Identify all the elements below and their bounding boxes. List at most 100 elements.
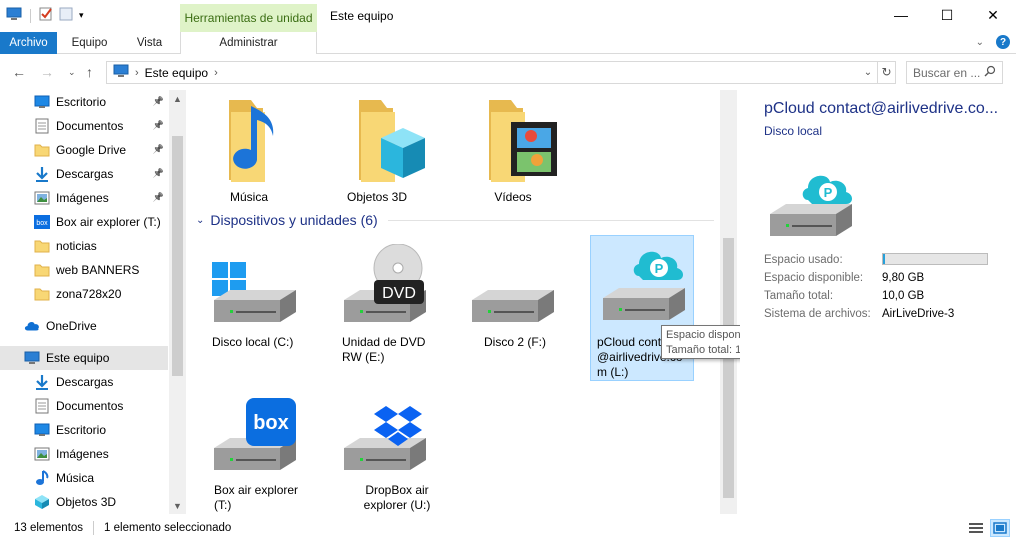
back-icon[interactable]: ← [12,64,26,80]
dvd-drive-icon: DVD [344,243,426,322]
refresh-icon[interactable]: ↻ [877,62,895,83]
sidebar-item-documentos[interactable]: Documentos 📌 [0,114,168,138]
maximize-button[interactable]: ☐ [924,0,970,30]
sidebar-item-este-equipo[interactable]: Este equipo [0,346,168,370]
address-dropdown-icon[interactable]: ⌄ [859,67,877,78]
sidebar-item-descargas[interactable]: Descargas [0,370,168,394]
up-icon[interactable]: ↑ [86,64,93,80]
folder-videos[interactable]: Vídeos [458,94,568,205]
sidebar-item-label: zona728x20 [56,287,122,301]
address-bar[interactable]: › Este equipo › ⌄ ↻ [106,61,896,84]
svg-text:P: P [824,185,833,200]
downloads-icon [34,374,50,390]
drive-dropbox-u[interactable]: DropBox air explorer (U:) [338,400,458,513]
sidebar-item-label: Documentos [56,399,124,413]
chevron-down-icon[interactable]: ⌄ [196,215,204,226]
minimize-button[interactable]: — [878,0,924,30]
recent-locations-icon[interactable]: ⌄ [68,67,76,78]
customize-qat-icon[interactable]: ▾ [79,10,84,21]
large-icons-view-icon[interactable] [990,519,1010,537]
sidebar-item-zona728x20[interactable]: zona728x20 [0,282,168,306]
title-bar: ▾ Herramientas de unidad Este equipo — ☐… [0,0,1016,32]
windows-drive-icon [212,262,296,322]
prop-filesystem-label: Sistema de archivos: [764,308,871,320]
prop-free-space-value: 9,80 GB [882,272,925,284]
sidebar-item-escritorio[interactable]: Escritorio 📌 [0,90,168,114]
sidebar-item-web-banners[interactable]: web BANNERS [0,258,168,282]
sidebar-item-label: Descargas [56,167,114,181]
box-badge: box [253,412,289,434]
properties-icon[interactable] [39,7,53,24]
expand-ribbon-icon[interactable]: ⌄ [976,37,984,48]
sidebar-item-descargas[interactable]: Descargas 📌 [0,162,168,186]
details-view-icon[interactable] [966,519,986,537]
tab-archivo[interactable]: Archivo [0,32,57,54]
sidebar-item-label: Documentos [56,119,124,133]
new-folder-icon[interactable] [59,7,73,24]
onedrive-icon [24,318,40,334]
computer-icon[interactable] [6,7,22,24]
sidebar-item-imágenes[interactable]: Imágenes 📌 [0,186,168,210]
pin-icon[interactable]: 📌 [153,120,164,131]
box-drive-icon: box [214,398,296,470]
pin-icon[interactable]: 📌 [153,168,164,179]
navigation-pane: ▲ ▼ Escritorio 📌 Documentos 📌 Google Drive 📌 D… [0,90,186,514]
drive-box-t[interactable]: box Box air explorer (T:) [208,398,328,513]
search-placeholder: Buscar en ... [913,65,981,80]
sidebar-item-noticias[interactable]: noticias [0,234,168,258]
sidebar-item-label: web BANNERS [56,263,140,277]
forward-icon[interactable]: → [40,64,54,80]
sidebar-item-escritorio[interactable]: Escritorio [0,418,168,442]
sidebar-item-label: OneDrive [46,319,97,333]
sidebar-item-imágenes[interactable]: Imágenes [0,442,168,466]
folder-icon [34,142,50,158]
drive-disco-2-f[interactable]: Disco 2 (F:) [466,276,586,350]
sidebar-item-box-air-explorer-t[interactable]: box Box air explorer (T:) [0,210,168,234]
drive-tools-tab[interactable]: Herramientas de unidad [180,4,317,32]
drive-label: Unidad de DVD RW (E:) [342,335,426,364]
details-pane: pCloud contact@airlivedrive.co... Disco … [740,90,1016,514]
prop-total-size-label: Tamaño total: [764,290,834,302]
breadcrumb-chevron-icon[interactable]: › [214,67,218,79]
documents-icon [34,118,50,134]
search-input[interactable]: Buscar en ... [906,61,1003,84]
folder-objetos-3d[interactable]: Objetos 3D [322,94,432,205]
content-scrollbar-thumb[interactable] [723,238,734,498]
help-icon[interactable]: ? [996,35,1010,49]
group-header-label: Dispositivos y unidades (6) [210,212,378,228]
drive-disco-local-c[interactable]: Disco local (C:) [208,260,328,350]
scroll-down-icon[interactable]: ▼ [169,497,186,514]
sidebar-item-label: Música [56,471,95,485]
sidebar-item-documentos[interactable]: Documentos [0,394,168,418]
dropbox-drive-icon [344,406,426,470]
music-folder-icon [229,100,274,182]
folder-musica[interactable]: Música [194,94,304,205]
sidebar-item-onedrive[interactable]: OneDrive [0,314,168,338]
sidebar-item-objetos-3d[interactable]: Objetos 3D [0,490,168,514]
scroll-up-icon[interactable]: ▲ [169,90,186,107]
pin-icon[interactable]: 📌 [153,192,164,203]
breadcrumb-este-equipo[interactable]: Este equipo [145,66,208,80]
pin-icon[interactable]: 📌 [153,144,164,155]
sidebar-item-música[interactable]: Música [0,466,168,490]
prop-total-size-value: 10,0 GB [882,290,925,302]
pcloud-drive-icon: P [770,175,852,236]
tab-administrar[interactable]: Administrar [180,32,317,54]
quick-access-toolbar: ▾ [6,7,84,24]
drive-dvd-e[interactable]: DVD Unidad de DVD RW (E:) [338,243,458,365]
sidebar-item-google-drive[interactable]: Google Drive 📌 [0,138,168,162]
dvd-badge: DVD [382,285,416,302]
tab-equipo[interactable]: Equipo [62,32,117,54]
documents-icon [34,398,50,414]
group-header-dispositivos[interactable]: ⌄ Dispositivos y unidades (6) [196,210,714,230]
folder-icon [34,262,50,278]
drive-pcloud-l[interactable]: P pCloud contact@airlivedrive.com (L:) [590,235,694,381]
tab-vista[interactable]: Vista [122,32,177,54]
sidebar-scrollbar-thumb[interactable] [172,136,183,376]
sidebar-item-label: Este equipo [46,351,110,365]
pin-icon[interactable]: 📌 [153,96,164,107]
close-button[interactable]: ✕ [970,0,1016,30]
breadcrumb-chevron-icon[interactable]: › [135,67,139,79]
item-count: 13 elementos [14,522,84,534]
box-icon: box [34,214,50,230]
